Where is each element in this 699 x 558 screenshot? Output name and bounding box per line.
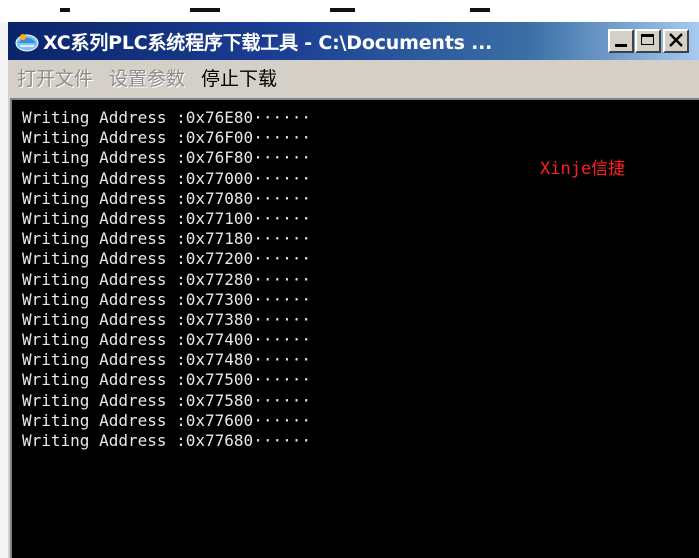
console-line: Writing Address :0x76F80······ — [22, 148, 311, 168]
console-line: Writing Address :0x76F00······ — [22, 128, 311, 148]
desktop-background-strip — [0, 0, 699, 22]
menu-open-file[interactable]: 打开文件 — [10, 64, 100, 91]
window-title: XC系列PLC系统程序下载工具 - C:\Documents ... — [43, 31, 493, 54]
console-line: Writing Address :0x77080······ — [22, 188, 311, 208]
console-line: Writing Address :0x77280······ — [22, 269, 311, 289]
background-mark — [330, 8, 355, 12]
xinje-app-icon[interactable] — [14, 28, 40, 54]
minimize-button[interactable] — [608, 29, 634, 53]
desktop-left-edge — [0, 22, 8, 558]
console-lines: Writing Address :0x76E80······ Writing A… — [22, 108, 311, 451]
console-line: Writing Address :0x77600······ — [22, 410, 311, 430]
close-button[interactable] — [663, 29, 689, 53]
background-mark — [470, 8, 490, 12]
title-bar[interactable]: XC系列PLC系统程序下载工具 - C:\Documents ... — [8, 22, 699, 60]
console-line: Writing Address :0x77000······ — [22, 168, 311, 188]
maximize-button[interactable] — [635, 29, 661, 53]
console-line: Writing Address :0x76E80······ — [22, 108, 311, 127]
menu-stop-download[interactable]: 停止下载 — [194, 64, 284, 91]
maximize-icon — [641, 34, 654, 45]
background-mark — [60, 8, 70, 12]
console-output[interactable]: Writing Address :0x76E80······ Writing A… — [10, 98, 699, 558]
console-line: Writing Address :0x77500······ — [22, 370, 311, 390]
console-line: Writing Address :0x77100······ — [22, 208, 311, 228]
close-icon — [668, 32, 684, 52]
menu-set-parameters[interactable]: 设置参数 — [102, 64, 192, 91]
console-line: Writing Address :0x77300······ — [22, 289, 311, 309]
download-tool-window: XC系列PLC系统程序下载工具 - C:\Documents ... 打开文件 … — [8, 22, 699, 558]
xinje-watermark: Xinje信捷 — [540, 159, 626, 179]
console-line: Writing Address :0x77200······ — [22, 249, 311, 269]
console-line: Writing Address :0x77180······ — [22, 229, 311, 249]
background-mark — [190, 8, 220, 12]
menu-bar: 打开文件 设置参数 停止下载 — [8, 60, 699, 94]
minimize-icon — [615, 44, 627, 47]
console-line: Writing Address :0x77400······ — [22, 330, 311, 350]
console-line: Writing Address :0x77480······ — [22, 350, 311, 370]
console-line: Writing Address :0x77580······ — [22, 390, 311, 410]
console-line: Writing Address :0x77680······ — [22, 431, 311, 450]
console-line: Writing Address :0x77380······ — [22, 309, 311, 329]
